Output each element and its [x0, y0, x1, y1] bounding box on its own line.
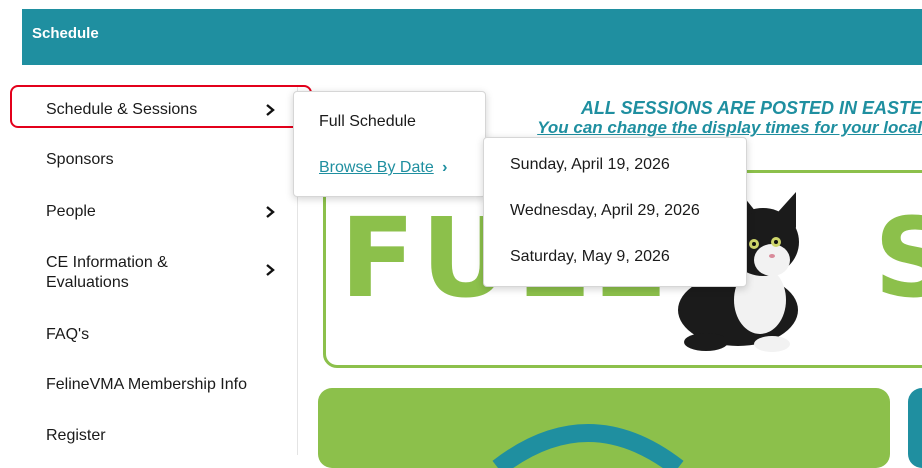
chevron-right-icon: ›: [442, 159, 448, 176]
date-item-apr-19[interactable]: Sunday, April 19, 2026: [510, 156, 670, 174]
date-item-apr-29[interactable]: Wednesday, April 29, 2026: [510, 202, 700, 220]
submenu-item-full-schedule[interactable]: Full Schedule: [319, 113, 416, 131]
page-title: Schedule: [32, 25, 99, 42]
browse-by-date-label: Browse By Date: [319, 159, 434, 176]
sidebar-item-ce-information[interactable]: CE Information & Evaluations: [46, 253, 168, 293]
feature-card-teal: [908, 388, 922, 468]
submenu-item-browse-by-date[interactable]: Browse By Date ›: [319, 159, 448, 177]
chevron-right-icon[interactable]: [263, 263, 277, 277]
schedule-submenu: Full Schedule Browse By Date ›: [293, 91, 486, 197]
sidebar-item-people[interactable]: People: [46, 203, 96, 221]
hero-word-right: S: [874, 193, 922, 323]
sidebar-item-ce-line1: CE Information &: [46, 254, 168, 271]
header-bar: Schedule: [22, 9, 922, 65]
timezone-notice-line2[interactable]: You can change the display times for you…: [482, 118, 922, 138]
sidebar-item-faqs[interactable]: FAQ's: [46, 326, 89, 344]
sidebar-nav: Schedule & Sessions Sponsors People CE I…: [0, 86, 298, 455]
sidebar-item-register[interactable]: Register: [46, 427, 106, 445]
chevron-right-icon[interactable]: [263, 205, 277, 219]
sidebar-item-ce-line2: Evaluations: [46, 274, 129, 291]
sidebar-item-sponsors[interactable]: Sponsors: [46, 151, 114, 169]
selection-highlight: [10, 85, 312, 128]
sidebar-item-membership[interactable]: FelineVMA Membership Info: [46, 376, 247, 394]
date-item-may-9[interactable]: Saturday, May 9, 2026: [510, 248, 670, 266]
feature-card-green: [318, 388, 890, 468]
timezone-notice-line1: ALL SESSIONS ARE POSTED IN EASTE: [580, 98, 922, 118]
timezone-notice: ALL SESSIONS ARE POSTED IN EASTE You can…: [482, 98, 922, 138]
date-submenu: Sunday, April 19, 2026 Wednesday, April …: [483, 137, 747, 287]
